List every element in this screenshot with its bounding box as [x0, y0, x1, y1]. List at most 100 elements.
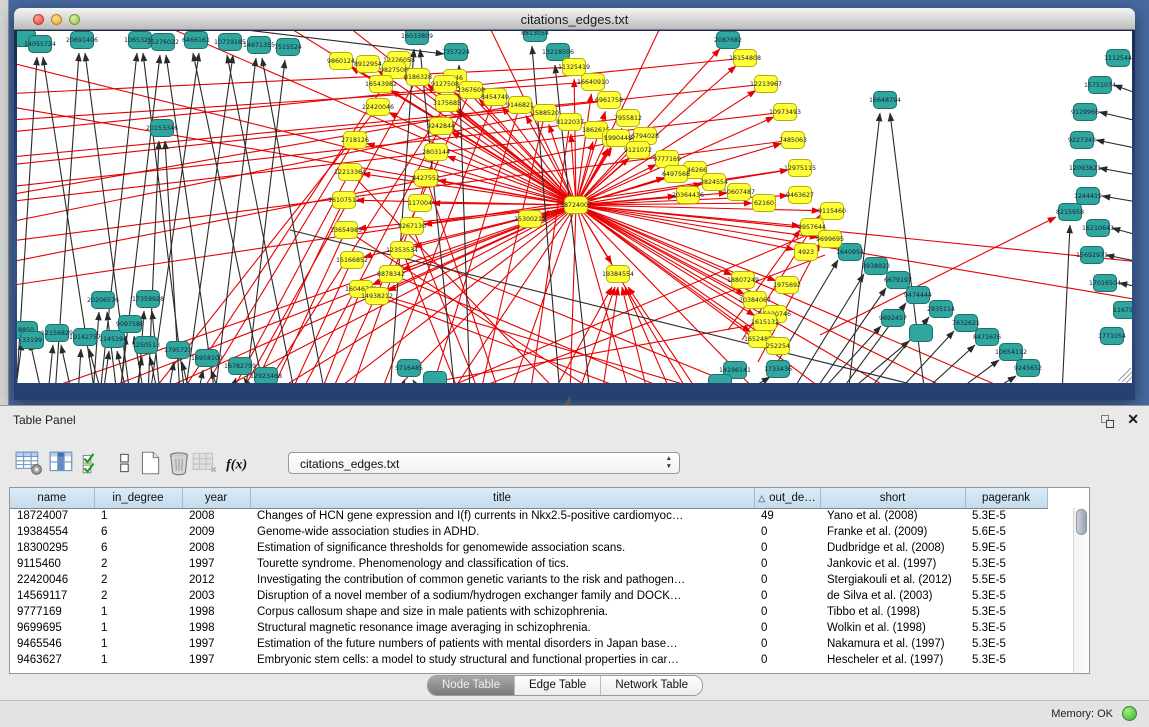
column-header[interactable]: name — [10, 488, 94, 508]
network-node[interactable]: 20364436 — [672, 187, 704, 204]
network-node[interactable]: 7485063 — [779, 132, 807, 149]
network-node[interactable]: 3175685 — [433, 95, 461, 112]
table-cell[interactable]: Stergiakouli et al. (2012) — [820, 572, 965, 588]
table-cell[interactable]: 5.3E-5 — [965, 620, 1047, 636]
network-node[interactable]: 9242844 — [427, 118, 455, 135]
delete-columns-button[interactable] — [165, 450, 193, 478]
network-node[interactable]: 16648794 — [869, 92, 901, 109]
table-cell[interactable]: Hescheler et al. (1997) — [820, 652, 965, 668]
network-node[interactable]: 1145194 — [99, 331, 127, 348]
network-node[interactable]: 9146821 — [506, 97, 534, 114]
network-node[interactable]: 2087682 — [714, 32, 742, 49]
network-node[interactable]: 9227343 — [1068, 132, 1096, 149]
network-node[interactable]: 9699695 — [816, 231, 844, 248]
table-mode-button[interactable] — [15, 450, 43, 478]
scrollbar-thumb[interactable] — [1076, 509, 1087, 535]
network-node[interactable]: 16543982 — [365, 76, 397, 93]
table-cell[interactable]: 0 — [754, 652, 820, 668]
table-row[interactable]: 1938455462009Genome-wide association stu… — [10, 524, 1047, 540]
table-row[interactable]: 977716911998Corpus callosum shape and si… — [10, 604, 1047, 620]
network-node[interactable]: 8122037 — [556, 114, 584, 131]
network-node[interactable]: 8878342 — [377, 266, 405, 283]
table-cell[interactable]: 18724007 — [10, 508, 94, 524]
network-node[interactable]: 15166852 — [336, 252, 368, 269]
table-row[interactable]: 969969511998Structural magnetic resonanc… — [10, 620, 1047, 636]
table-cell[interactable]: 19384554 — [10, 524, 94, 540]
network-node[interactable]: 16640910 — [577, 74, 609, 91]
table-cell[interactable]: 2012 — [182, 572, 250, 588]
network-node[interactable]: 1733436 — [764, 361, 792, 378]
table-cell[interactable]: Nakamura et al. (1997) — [820, 636, 965, 652]
table-cell[interactable]: 5.3E-5 — [965, 556, 1047, 572]
table-row[interactable]: 911546021997Tourette syndrome. Phenomeno… — [10, 556, 1047, 572]
table-cell[interactable]: Yano et al. (2008) — [820, 508, 965, 524]
network-node[interactable]: 16107512 — [328, 192, 360, 209]
network-node[interactable]: 2803144 — [422, 144, 450, 161]
network-window-titlebar[interactable]: citations_edges.txt — [14, 8, 1135, 30]
network-node[interactable]: 8186328 — [404, 69, 432, 86]
table-cell[interactable]: 2008 — [182, 508, 250, 524]
network-node[interactable]: 13218506 — [542, 44, 574, 61]
table-cell[interactable]: Tibbo et al. (1998) — [820, 604, 965, 620]
table-cell[interactable]: Dudbridge et al. (2008) — [820, 540, 965, 556]
network-node[interactable] — [709, 375, 732, 384]
table-cell[interactable]: 2 — [94, 588, 182, 604]
table-cell[interactable]: 5.3E-5 — [965, 652, 1047, 668]
table-cell[interactable]: Estimation of the future numbers of pati… — [250, 636, 754, 652]
network-node[interactable]: 116753 — [1113, 302, 1132, 319]
network-node[interactable]: 16782759 — [224, 358, 256, 375]
network-node[interactable] — [424, 372, 447, 384]
table-cell[interactable]: 5.3E-5 — [965, 508, 1047, 524]
network-node[interactable]: 10719185 — [214, 34, 246, 51]
table-cell[interactable]: Disruption of a novel member of a sodium… — [250, 588, 754, 604]
table-cell[interactable]: Tourette syndrome. Phenomenology and cla… — [250, 556, 754, 572]
network-node[interactable]: 9463627 — [786, 187, 814, 204]
network-node[interactable]: 6497568 — [662, 166, 690, 183]
network-node[interactable]: 9127508 — [431, 76, 459, 93]
table-cell[interactable]: 2 — [94, 572, 182, 588]
table-cell[interactable]: Structural magnetic resonance image aver… — [250, 620, 754, 636]
network-node[interactable]: 15276022 — [147, 34, 179, 51]
table-cell[interactable]: 5.5E-5 — [965, 572, 1047, 588]
network-node[interactable]: 9860124 — [327, 53, 355, 70]
network-node[interactable]: 8912954 — [354, 56, 382, 73]
network-node[interactable]: 16154808 — [729, 50, 761, 67]
network-node[interactable]: 9245652 — [1014, 360, 1042, 377]
network-node[interactable]: 19142757 — [69, 329, 101, 346]
network-node[interactable]: 8471676 — [973, 329, 1001, 346]
network-node[interactable]: 2718126 — [341, 132, 369, 149]
network-node[interactable]: 20206576 — [87, 292, 119, 309]
network-node[interactable]: 9692457 — [879, 310, 907, 327]
network-node[interactable]: 12213364 — [334, 164, 366, 181]
close-panel-icon[interactable]: ✕ — [1127, 411, 1139, 428]
network-node[interactable]: 18807249 — [727, 272, 759, 289]
network-node[interactable]: 12975115 — [784, 160, 816, 177]
network-node[interactable]: 1244419 — [1074, 188, 1102, 205]
network-node[interactable]: 117004 — [408, 195, 432, 212]
table-cell[interactable]: 49 — [754, 508, 820, 524]
column-header[interactable]: short — [820, 488, 965, 508]
table-cell[interactable]: 1 — [94, 604, 182, 620]
column-header[interactable]: title — [250, 488, 754, 508]
table-cell[interactable]: 0 — [754, 588, 820, 604]
table-row[interactable]: 1872400712008Changes of HCN gene express… — [10, 508, 1047, 524]
network-node[interactable] — [910, 325, 933, 342]
function-builder-button[interactable]: f(x) — [224, 450, 252, 478]
column-header[interactable]: △out_de… — [754, 488, 820, 508]
network-node[interactable]: 62160 — [753, 195, 776, 212]
network-node[interactable]: 15692971 — [1076, 247, 1108, 264]
table-cell[interactable]: 1 — [94, 652, 182, 668]
table-cell[interactable]: 0 — [754, 572, 820, 588]
network-node[interactable]: 9115460 — [818, 203, 846, 220]
table-cell[interactable]: 9777169 — [10, 604, 94, 620]
table-cell[interactable]: 1998 — [182, 620, 250, 636]
network-node[interactable]: 10654112 — [995, 344, 1027, 361]
network-canvas[interactable]: 1405572420691406106532571527602264661611… — [17, 31, 1132, 383]
table-cell[interactable]: de Silva et al. (2003) — [820, 588, 965, 604]
network-node[interactable]: 2935114 — [927, 301, 955, 318]
network-node[interactable]: 20153346 — [146, 120, 178, 137]
column-header[interactable]: year — [182, 488, 250, 508]
network-node[interactable]: 16033809 — [401, 31, 433, 45]
network-node[interactable]: 14671355 — [243, 37, 275, 54]
table-cell[interactable]: 5.3E-5 — [965, 604, 1047, 620]
